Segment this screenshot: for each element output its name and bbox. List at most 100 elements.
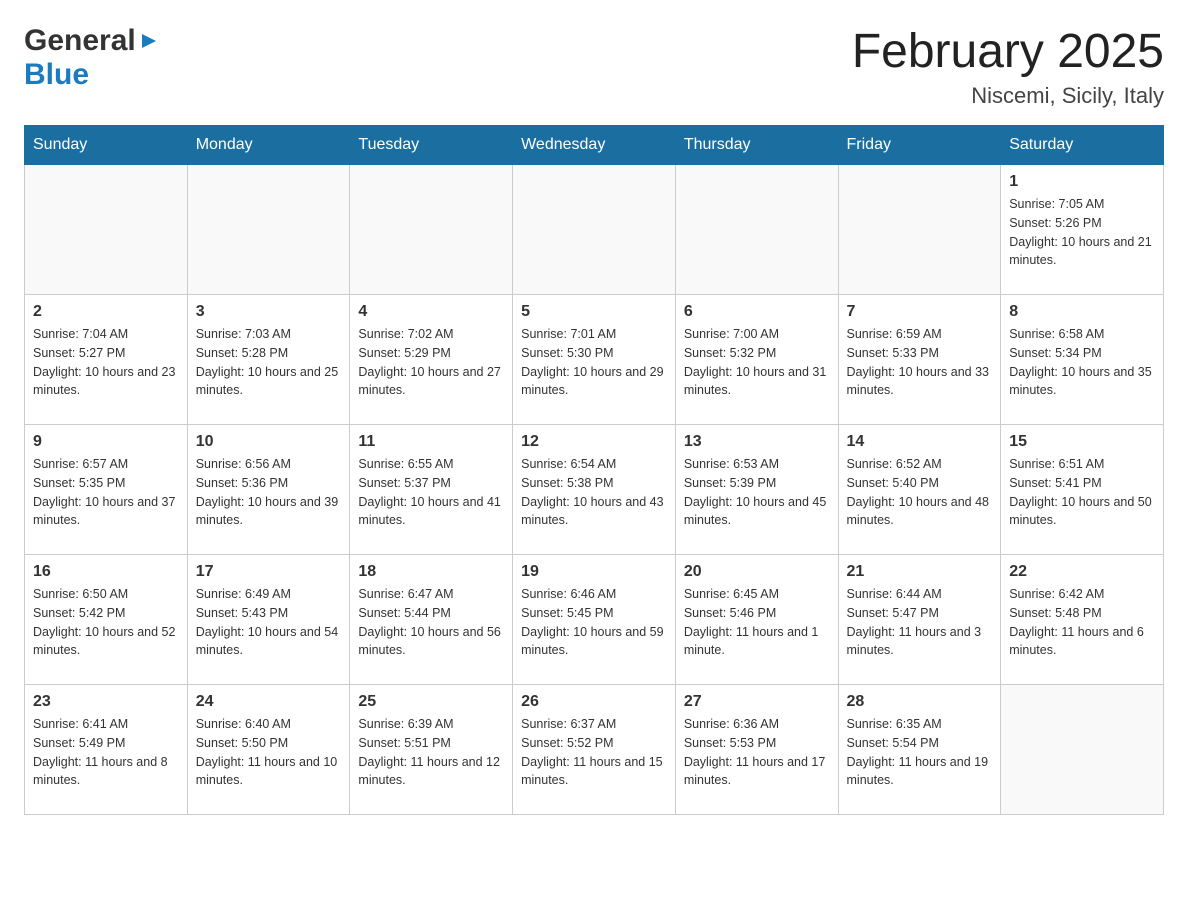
day-info: Sunrise: 6:44 AMSunset: 5:47 PMDaylight:… xyxy=(847,585,993,660)
table-row: 24 Sunrise: 6:40 AMSunset: 5:50 PMDayligh… xyxy=(187,685,350,815)
day-number: 25 xyxy=(358,693,504,711)
table-row: 20 Sunrise: 6:45 AMSunset: 5:46 PMDayligh… xyxy=(675,555,838,685)
table-row: 8 Sunrise: 6:58 AMSunset: 5:34 PMDaylight… xyxy=(1001,295,1164,425)
col-tuesday: Tuesday xyxy=(350,126,513,165)
day-info: Sunrise: 7:03 AMSunset: 5:28 PMDaylight:… xyxy=(196,325,342,400)
table-row: 13 Sunrise: 6:53 AMSunset: 5:39 PMDayligh… xyxy=(675,425,838,555)
col-wednesday: Wednesday xyxy=(513,126,676,165)
day-info: Sunrise: 7:00 AMSunset: 5:32 PMDaylight:… xyxy=(684,325,830,400)
day-number: 19 xyxy=(521,563,667,581)
location-subtitle: Niscemi, Sicily, Italy xyxy=(852,83,1164,109)
day-info: Sunrise: 6:40 AMSunset: 5:50 PMDaylight:… xyxy=(196,715,342,790)
day-info: Sunrise: 7:05 AMSunset: 5:26 PMDaylight:… xyxy=(1009,195,1155,270)
day-number: 2 xyxy=(33,303,179,321)
day-number: 17 xyxy=(196,563,342,581)
table-row: 27 Sunrise: 6:36 AMSunset: 5:53 PMDayligh… xyxy=(675,685,838,815)
day-number: 18 xyxy=(358,563,504,581)
table-row xyxy=(1001,685,1164,815)
day-number: 13 xyxy=(684,433,830,451)
table-row: 18 Sunrise: 6:47 AMSunset: 5:44 PMDayligh… xyxy=(350,555,513,685)
table-row xyxy=(513,165,676,295)
day-number: 23 xyxy=(33,693,179,711)
day-info: Sunrise: 6:36 AMSunset: 5:53 PMDaylight:… xyxy=(684,715,830,790)
calendar-week-row: 2 Sunrise: 7:04 AMSunset: 5:27 PMDaylight… xyxy=(25,295,1164,425)
calendar-header-row: Sunday Monday Tuesday Wednesday Thursday… xyxy=(25,126,1164,165)
day-info: Sunrise: 6:39 AMSunset: 5:51 PMDaylight:… xyxy=(358,715,504,790)
table-row: 6 Sunrise: 7:00 AMSunset: 5:32 PMDaylight… xyxy=(675,295,838,425)
day-info: Sunrise: 7:04 AMSunset: 5:27 PMDaylight:… xyxy=(33,325,179,400)
table-row: 15 Sunrise: 6:51 AMSunset: 5:41 PMDayligh… xyxy=(1001,425,1164,555)
day-info: Sunrise: 7:02 AMSunset: 5:29 PMDaylight:… xyxy=(358,325,504,400)
day-info: Sunrise: 6:50 AMSunset: 5:42 PMDaylight:… xyxy=(33,585,179,660)
day-number: 22 xyxy=(1009,563,1155,581)
day-info: Sunrise: 6:52 AMSunset: 5:40 PMDaylight:… xyxy=(847,455,993,530)
day-info: Sunrise: 6:45 AMSunset: 5:46 PMDaylight:… xyxy=(684,585,830,660)
table-row xyxy=(187,165,350,295)
table-row: 26Sunrise: 6:37 AMSunset: 5:52 PMDayligh… xyxy=(513,685,676,815)
day-number: 15 xyxy=(1009,433,1155,451)
table-row xyxy=(350,165,513,295)
day-info: Sunrise: 6:53 AMSunset: 5:39 PMDaylight:… xyxy=(684,455,830,530)
table-row: 2 Sunrise: 7:04 AMSunset: 5:27 PMDaylight… xyxy=(25,295,188,425)
table-row: 1 Sunrise: 7:05 AMSunset: 5:26 PMDaylight… xyxy=(1001,165,1164,295)
table-row: 12Sunrise: 6:54 AMSunset: 5:38 PMDayligh… xyxy=(513,425,676,555)
day-info: Sunrise: 6:47 AMSunset: 5:44 PMDaylight:… xyxy=(358,585,504,660)
day-number: 6 xyxy=(684,303,830,321)
table-row xyxy=(25,165,188,295)
calendar-week-row: 9Sunrise: 6:57 AMSunset: 5:35 PMDaylight… xyxy=(25,425,1164,555)
table-row: 28Sunrise: 6:35 AMSunset: 5:54 PMDayligh… xyxy=(838,685,1001,815)
table-row: 9Sunrise: 6:57 AMSunset: 5:35 PMDaylight… xyxy=(25,425,188,555)
day-number: 7 xyxy=(847,303,993,321)
logo: General Blue xyxy=(24,24,160,92)
page-header: General Blue February 2025 Niscemi, Sici… xyxy=(24,24,1164,109)
table-row: 7 Sunrise: 6:59 AMSunset: 5:33 PMDaylight… xyxy=(838,295,1001,425)
day-info: Sunrise: 6:54 AMSunset: 5:38 PMDaylight:… xyxy=(521,455,667,530)
day-number: 16 xyxy=(33,563,179,581)
table-row: 22 Sunrise: 6:42 AMSunset: 5:48 PMDayligh… xyxy=(1001,555,1164,685)
day-number: 1 xyxy=(1009,173,1155,191)
day-number: 28 xyxy=(847,693,993,711)
table-row: 17 Sunrise: 6:49 AMSunset: 5:43 PMDayligh… xyxy=(187,555,350,685)
col-saturday: Saturday xyxy=(1001,126,1164,165)
title-area: February 2025 Niscemi, Sicily, Italy xyxy=(852,24,1164,109)
col-friday: Friday xyxy=(838,126,1001,165)
day-number: 14 xyxy=(847,433,993,451)
day-info: Sunrise: 6:57 AMSunset: 5:35 PMDaylight:… xyxy=(33,455,179,530)
day-number: 24 xyxy=(196,693,342,711)
table-row: 16 Sunrise: 6:50 AMSunset: 5:42 PMDayligh… xyxy=(25,555,188,685)
table-row xyxy=(838,165,1001,295)
day-number: 8 xyxy=(1009,303,1155,321)
logo-general-text: General xyxy=(24,24,136,58)
day-info: Sunrise: 6:51 AMSunset: 5:41 PMDaylight:… xyxy=(1009,455,1155,530)
calendar-week-row: 16 Sunrise: 6:50 AMSunset: 5:42 PMDayligh… xyxy=(25,555,1164,685)
table-row: 23 Sunrise: 6:41 AMSunset: 5:49 PMDayligh… xyxy=(25,685,188,815)
logo-arrow-icon xyxy=(138,30,160,57)
day-info: Sunrise: 7:01 AMSunset: 5:30 PMDaylight:… xyxy=(521,325,667,400)
day-number: 20 xyxy=(684,563,830,581)
day-info: Sunrise: 6:58 AMSunset: 5:34 PMDaylight:… xyxy=(1009,325,1155,400)
calendar-week-row: 23 Sunrise: 6:41 AMSunset: 5:49 PMDayligh… xyxy=(25,685,1164,815)
table-row: 25 Sunrise: 6:39 AMSunset: 5:51 PMDayligh… xyxy=(350,685,513,815)
table-row: 5Sunrise: 7:01 AMSunset: 5:30 PMDaylight… xyxy=(513,295,676,425)
day-info: Sunrise: 6:41 AMSunset: 5:49 PMDaylight:… xyxy=(33,715,179,790)
day-info: Sunrise: 6:49 AMSunset: 5:43 PMDaylight:… xyxy=(196,585,342,660)
calendar-week-row: 1 Sunrise: 7:05 AMSunset: 5:26 PMDaylight… xyxy=(25,165,1164,295)
col-thursday: Thursday xyxy=(675,126,838,165)
day-info: Sunrise: 6:55 AMSunset: 5:37 PMDaylight:… xyxy=(358,455,504,530)
day-info: Sunrise: 6:42 AMSunset: 5:48 PMDaylight:… xyxy=(1009,585,1155,660)
day-number: 3 xyxy=(196,303,342,321)
logo-blue-text: Blue xyxy=(24,58,89,91)
day-info: Sunrise: 6:46 AMSunset: 5:45 PMDaylight:… xyxy=(521,585,667,660)
day-number: 27 xyxy=(684,693,830,711)
day-number: 10 xyxy=(196,433,342,451)
col-sunday: Sunday xyxy=(25,126,188,165)
table-row: 10Sunrise: 6:56 AMSunset: 5:36 PMDayligh… xyxy=(187,425,350,555)
table-row: 21 Sunrise: 6:44 AMSunset: 5:47 PMDayligh… xyxy=(838,555,1001,685)
day-number: 21 xyxy=(847,563,993,581)
day-info: Sunrise: 6:59 AMSunset: 5:33 PMDaylight:… xyxy=(847,325,993,400)
table-row xyxy=(675,165,838,295)
col-monday: Monday xyxy=(187,126,350,165)
table-row: 3 Sunrise: 7:03 AMSunset: 5:28 PMDaylight… xyxy=(187,295,350,425)
day-number: 26 xyxy=(521,693,667,711)
day-number: 4 xyxy=(358,303,504,321)
